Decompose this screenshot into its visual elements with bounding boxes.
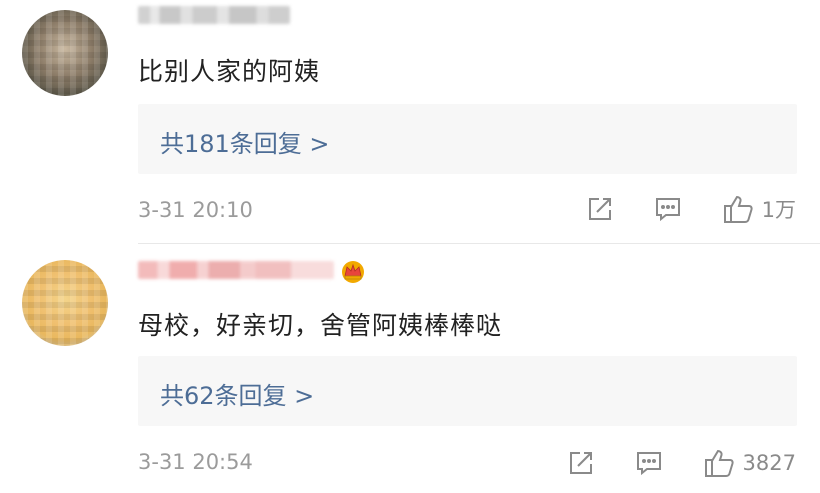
replies-box[interactable]: 共181条回复 >	[138, 104, 797, 174]
view-replies-link[interactable]: 共62条回复 >	[160, 376, 314, 411]
like-count: 1万	[761, 198, 796, 222]
comment-icon	[655, 198, 680, 222]
share-button[interactable]	[586, 195, 614, 223]
username-blurred[interactable]	[138, 6, 290, 24]
comment-button[interactable]	[635, 449, 663, 477]
comment-item: 母校，好亲切，舍管阿姨棒棒哒 共62条回复 > 3-31 20:54 3827	[0, 244, 820, 493]
comment-icon	[636, 452, 661, 476]
replies-box[interactable]: 共62条回复 >	[138, 356, 797, 426]
like-button[interactable]: 3827	[703, 448, 796, 478]
avatar[interactable]	[22, 10, 108, 96]
comment-item: 比别人家的阿姨 共181条回复 > 3-31 20:10 1万	[0, 0, 820, 243]
like-button[interactable]: 1万	[722, 194, 796, 224]
like-icon	[723, 195, 753, 223]
comment-timestamp: 3-31 20:10	[138, 198, 253, 222]
view-replies-link[interactable]: 共181条回复 >	[160, 124, 330, 159]
share-icon	[569, 452, 592, 474]
username-blurred[interactable]	[138, 261, 334, 279]
avatar[interactable]	[22, 260, 108, 346]
comment-timestamp: 3-31 20:54	[138, 450, 253, 474]
share-icon	[588, 198, 611, 220]
like-icon	[704, 449, 734, 477]
comment-button[interactable]	[654, 195, 682, 223]
comment-actions: 3827	[527, 448, 796, 478]
comment-text: 母校，好亲切，舍管阿姨棒棒哒	[138, 311, 503, 340]
share-button[interactable]	[567, 449, 595, 477]
like-count: 3827	[742, 451, 796, 475]
comment-text: 比别人家的阿姨	[138, 57, 321, 86]
crown-icon	[342, 261, 364, 283]
comment-actions: 1万	[546, 194, 796, 224]
